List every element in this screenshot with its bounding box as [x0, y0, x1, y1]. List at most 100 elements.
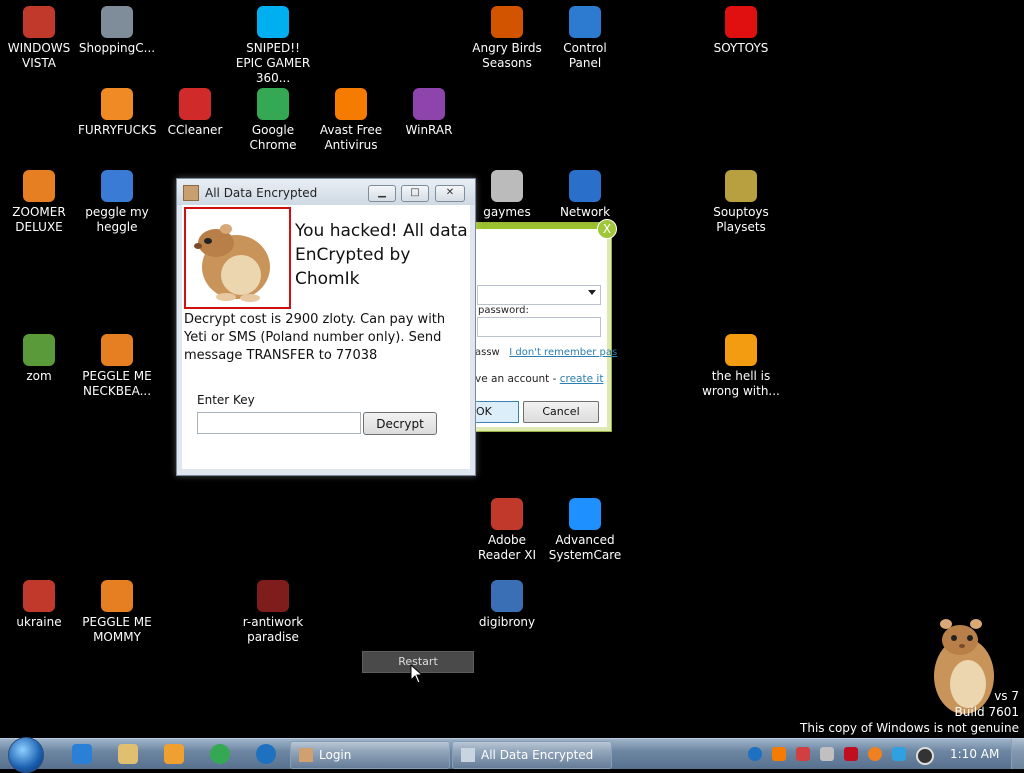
- skype-icon: [257, 6, 289, 38]
- forgot-password-link[interactable]: I don't remember pas: [509, 347, 617, 358]
- mouse-cursor-icon: [410, 664, 424, 684]
- desktop-icon[interactable]: Network: [546, 170, 624, 220]
- hamster-task-icon: [299, 748, 313, 762]
- ransom-window[interactable]: All Data Encrypted ▁ □ ✕ You hacked! All…: [176, 178, 476, 476]
- desktop-icon-label: r-antiwork paradise: [242, 615, 304, 644]
- desktop-icon-label: SNIPED!! EPIC GAMER 360...: [235, 41, 311, 85]
- desktop-icon-label: Angry Birds Seasons: [472, 41, 542, 70]
- chrome-icon: [257, 88, 289, 120]
- desktop-icon[interactable]: SNIPED!! EPIC GAMER 360...: [234, 6, 312, 86]
- digibrony-icon: [491, 580, 523, 612]
- desktop-icon[interactable]: WinRAR: [390, 88, 468, 138]
- create-account-link[interactable]: create it: [560, 373, 604, 385]
- desktop-icon[interactable]: zom: [0, 334, 78, 384]
- network-icon: [569, 170, 601, 202]
- task-login-label: Login: [319, 748, 352, 762]
- chrome-taskbar-icon[interactable]: [210, 744, 230, 764]
- desktop-icon[interactable]: Control Panel: [546, 6, 624, 71]
- games-folder-icon: [491, 170, 523, 202]
- ransom-titlebar[interactable]: All Data Encrypted ▁ □ ✕: [177, 179, 475, 205]
- desktop-icon[interactable]: digibrony: [468, 580, 546, 630]
- desktop-icon[interactable]: gaymes: [468, 170, 546, 220]
- desktop-icon-label: Souptoys Playsets: [713, 205, 769, 234]
- tray-record-icon[interactable]: [916, 747, 934, 765]
- firefox-icon: [101, 88, 133, 120]
- desktop-icon-label: CCleaner: [167, 123, 223, 137]
- uc-browser-icon: [725, 334, 757, 366]
- desktop-icon[interactable]: Angry Birds Seasons: [468, 6, 546, 71]
- desktop-icon[interactable]: ukraine: [0, 580, 78, 630]
- systemcare-taskbar-icon[interactable]: [256, 744, 276, 764]
- desktop-icon[interactable]: Advanced SystemCare: [546, 498, 624, 563]
- desktop-icon[interactable]: Souptoys Playsets: [702, 170, 780, 235]
- tray-display-icon[interactable]: [892, 747, 906, 761]
- desktop-icon-label: WinRAR: [405, 123, 453, 137]
- angry-birds-icon: [491, 6, 523, 38]
- clock[interactable]: 1:10 AM: [950, 739, 999, 769]
- desktop-icon[interactable]: CCleaner: [156, 88, 234, 138]
- media-player-icon[interactable]: [164, 744, 184, 764]
- login-window[interactable]: password: assw I don't remember pas ve a…: [474, 219, 617, 432]
- desktop-icon-label: Adobe Reader XI: [477, 533, 537, 562]
- login-close-button[interactable]: X: [597, 219, 617, 239]
- show-desktop-button[interactable]: [1011, 739, 1024, 769]
- systemcare-icon: [569, 498, 601, 530]
- key-input[interactable]: [197, 412, 361, 434]
- desktop-icon-label: Avast Free Antivirus: [319, 123, 383, 152]
- task-all-data-encrypted[interactable]: All Data Encrypted: [452, 741, 612, 769]
- hamster-icon: [194, 224, 270, 302]
- internet-explorer-icon[interactable]: [72, 744, 92, 764]
- password-input[interactable]: [477, 317, 601, 337]
- tray-search-icon[interactable]: [868, 747, 882, 761]
- desktop-icon[interactable]: ShoppingC...: [78, 6, 156, 56]
- key-label: Enter Key: [197, 393, 255, 407]
- username-dropdown[interactable]: [477, 285, 601, 305]
- desktop-icon[interactable]: Google Chrome: [234, 88, 312, 153]
- desktop-icon[interactable]: peggle my heggle: [78, 170, 156, 235]
- close-button[interactable]: ✕: [435, 185, 465, 202]
- cancel-button[interactable]: Cancel: [523, 401, 599, 423]
- reddit-icon: [257, 580, 289, 612]
- winrar-icon: [413, 88, 445, 120]
- tray-volume-icon[interactable]: [820, 747, 834, 761]
- watermark-line-3: This copy of Windows is not genuine: [800, 721, 1019, 735]
- radiation-icon: [23, 580, 55, 612]
- desktop-icon[interactable]: SOYTOYS: [702, 6, 780, 56]
- window-title: All Data Encrypted: [205, 186, 318, 200]
- ransom-client: You hacked! All data EnCrypted by ChomIk…: [182, 205, 470, 469]
- task-login[interactable]: Login: [290, 741, 450, 769]
- decrypt-button[interactable]: Decrypt: [363, 412, 437, 435]
- maximize-button[interactable]: □: [401, 185, 429, 202]
- plant-icon: [23, 334, 55, 366]
- ok-button[interactable]: OK: [475, 401, 519, 423]
- tray-avast-icon[interactable]: [772, 747, 786, 761]
- desktop-icon[interactable]: the hell is wrong with...: [702, 334, 780, 399]
- peggle-icon: [101, 334, 133, 366]
- tray-systemcare-icon[interactable]: [748, 747, 762, 761]
- task-encrypted-label: All Data Encrypted: [481, 748, 594, 762]
- minimize-button[interactable]: ▁: [368, 185, 396, 202]
- remember-password-label: assw: [475, 347, 500, 358]
- remember-row: assw I don't remember pas: [475, 347, 617, 358]
- desktop-icon[interactable]: FURRYFUCKS: [78, 88, 156, 138]
- watermark-line-1: vs 7: [994, 689, 1019, 703]
- desktop-icon-label: Network: [559, 205, 611, 219]
- desktop-icon[interactable]: r-antiwork paradise: [234, 580, 312, 645]
- desktop-icon-label: zom: [26, 369, 52, 383]
- desktop-icon-label: Google Chrome: [249, 123, 297, 152]
- ccleaner-icon: [179, 88, 211, 120]
- desktop-icon[interactable]: Avast Free Antivirus: [312, 88, 390, 153]
- tray-flag-icon[interactable]: [796, 747, 810, 761]
- soytoys-icon: [725, 6, 757, 38]
- explorer-folder-icon[interactable]: [118, 744, 138, 764]
- desktop-icon[interactable]: ZOOMER DELUXE: [0, 170, 78, 235]
- desktop-icon-label: the hell is wrong with...: [702, 369, 780, 398]
- tray-v-icon[interactable]: [844, 747, 858, 761]
- flash-icon: [101, 6, 133, 38]
- peggle-icon: [101, 170, 133, 202]
- ransom-message: Decrypt cost is 2900 zloty. Can pay with…: [184, 312, 446, 363]
- desktop-icon[interactable]: Adobe Reader XI: [468, 498, 546, 563]
- desktop-icon[interactable]: PEGGLE ME NECKBEA...: [78, 334, 156, 399]
- desktop-icon[interactable]: WINDOWS VISTA: [0, 6, 78, 71]
- desktop-icon[interactable]: PEGGLE ME MOMMY: [78, 580, 156, 645]
